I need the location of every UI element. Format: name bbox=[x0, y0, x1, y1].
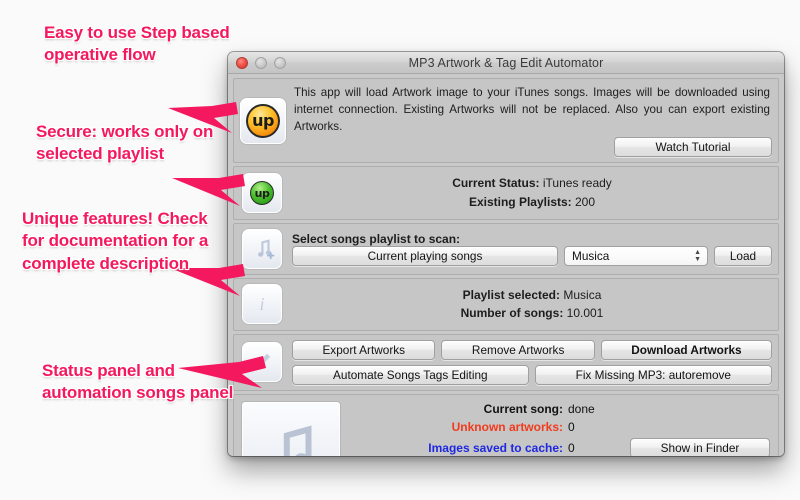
existing-playlists-label: Existing Playlists: bbox=[468, 195, 572, 210]
existing-playlists-value: 200 bbox=[575, 195, 596, 210]
app-window: MP3 Artwork & Tag Edit Automator up This… bbox=[228, 52, 784, 456]
playlist-icon-cell bbox=[240, 228, 284, 269]
unknown-artworks-stat: Unknown artworks: 0 bbox=[350, 420, 770, 434]
show-in-finder-wrap: Show in Finder bbox=[630, 437, 770, 456]
playlist-selected-label: Playlist selected: bbox=[462, 287, 561, 302]
images-saved-to-cache-label: Images saved to cache: bbox=[428, 440, 563, 455]
watch-tutorial-row: Watch Tutorial bbox=[294, 137, 772, 158]
playlist-selected-line: Playlist selected: Musica bbox=[292, 286, 772, 305]
info-italic-icon: i bbox=[259, 294, 264, 314]
intro-content: This app will load Artwork image to your… bbox=[294, 84, 772, 158]
playlist-selected-value: Musica bbox=[563, 287, 602, 302]
annotation-unique-features: Unique features! Check for documentation… bbox=[22, 209, 209, 273]
step-2-tile: up bbox=[242, 173, 282, 214]
step-4-tile: i bbox=[242, 284, 282, 325]
actions-content: Export Artworks Remove Artworks Download… bbox=[292, 339, 773, 385]
info-icon-cell: i bbox=[240, 284, 284, 325]
watch-tutorial-button[interactable]: Watch Tutorial bbox=[614, 137, 772, 158]
number-of-songs-label: Number of songs: bbox=[460, 306, 564, 321]
status-text-block: Current Status: iTunes ready Existing Pl… bbox=[292, 172, 772, 213]
status-content: Current Status: iTunes ready Existing Pl… bbox=[292, 172, 772, 213]
music-note-add-icon bbox=[258, 238, 275, 259]
load-button[interactable]: Load bbox=[714, 245, 772, 266]
remove-artworks-button[interactable]: Remove Artworks bbox=[441, 339, 595, 360]
window-body: up This app will load Artwork image to y… bbox=[228, 74, 784, 456]
annotation-secure: Secure: works only on selected playlist bbox=[36, 122, 214, 164]
window-titlebar[interactable]: MP3 Artwork & Tag Edit Automator bbox=[228, 52, 784, 74]
number-of-songs-value: 10.001 bbox=[566, 306, 604, 321]
actions-row-2: Automate Songs Tags Editing Fix Missing … bbox=[292, 364, 773, 385]
step-5-tile bbox=[242, 342, 282, 383]
info-section: i Playlist selected: Musica Number of so… bbox=[233, 277, 779, 331]
unknown-artworks-value: 0 bbox=[568, 419, 575, 434]
status-section: up Current Status: iTunes ready Existing… bbox=[233, 166, 779, 220]
svg-text:i: i bbox=[259, 294, 264, 314]
current-playing-songs-button[interactable]: Current playing songs bbox=[292, 245, 558, 266]
info-content: Playlist selected: Musica Number of song… bbox=[292, 284, 772, 325]
actions-icon-cell bbox=[240, 342, 284, 383]
current-status-value: iTunes ready bbox=[542, 176, 612, 191]
images-saved-to-cache-value: 0 bbox=[568, 440, 575, 455]
status-bottom-panel: Current song: done Unknown artworks: 0 I… bbox=[233, 393, 779, 456]
export-artworks-button[interactable]: Export Artworks bbox=[292, 339, 436, 360]
window-title: MP3 Artwork & Tag Edit Automator bbox=[408, 55, 604, 70]
intro-section: up This app will load Artwork image to y… bbox=[233, 78, 779, 164]
existing-playlists-line: Existing Playlists: 200 bbox=[292, 193, 772, 212]
current-song-stat: Current song: done bbox=[350, 402, 770, 416]
download-artworks-button[interactable]: Download Artworks bbox=[600, 339, 773, 360]
up-green-icon: up bbox=[250, 181, 274, 206]
intro-icon-cell: up bbox=[240, 97, 286, 144]
up-orange-icon: up bbox=[246, 103, 280, 138]
playlist-content: Select songs playlist to scan: Current p… bbox=[292, 232, 772, 266]
show-in-finder-button[interactable]: Show in Finder bbox=[630, 437, 770, 456]
number-of-songs-line: Number of songs: 10.001 bbox=[292, 304, 772, 323]
images-saved-to-cache-stat: Images saved to cache: 0 Show in Finder bbox=[350, 437, 770, 456]
actions-row-1: Export Artworks Remove Artworks Download… bbox=[292, 339, 773, 360]
playlist-select[interactable]: Musica ▲ ▼ bbox=[564, 245, 708, 266]
actions-section: Export Artworks Remove Artworks Download… bbox=[233, 333, 779, 391]
info-text-block: Playlist selected: Musica Number of song… bbox=[292, 284, 772, 325]
playlist-select-value: Musica bbox=[572, 248, 610, 263]
music-note-placeholder-icon bbox=[283, 425, 312, 456]
fix-missing-mp3-button[interactable]: Fix Missing MP3: autoremove bbox=[534, 364, 773, 385]
current-song-label: Current song: bbox=[483, 401, 563, 416]
playlist-prompt: Select songs playlist to scan: bbox=[292, 231, 461, 246]
step-1-tile: up bbox=[240, 97, 286, 144]
intro-description: This app will load Artwork image to your… bbox=[294, 86, 770, 134]
automate-songs-tags-editing-button[interactable]: Automate Songs Tags Editing bbox=[292, 364, 529, 385]
pencil-icon bbox=[254, 354, 271, 371]
current-song-value: done bbox=[568, 401, 595, 416]
annotation-status-panel: Status panel and automation songs panel bbox=[42, 361, 234, 403]
annotation-easy-to-use: Easy to use Step based operative flow bbox=[44, 23, 230, 65]
artwork-preview bbox=[242, 401, 340, 456]
status-stats-area: Current song: done Unknown artworks: 0 I… bbox=[350, 402, 770, 456]
unknown-artworks-label: Unknown artworks: bbox=[451, 419, 563, 434]
step-3-tile bbox=[242, 228, 282, 269]
playlist-controls-row: Current playing songs Musica ▲ ▼ Load bbox=[292, 245, 772, 266]
status-icon-cell: up bbox=[240, 173, 284, 214]
current-status-label: Current Status: bbox=[452, 176, 540, 191]
current-status-line: Current Status: iTunes ready bbox=[292, 174, 772, 193]
stats-grid: Current song: done Unknown artworks: 0 I… bbox=[350, 402, 770, 456]
stepper-arrows-icon: ▲ ▼ bbox=[694, 248, 701, 263]
playlist-section: Select songs playlist to scan: Current p… bbox=[233, 222, 779, 275]
